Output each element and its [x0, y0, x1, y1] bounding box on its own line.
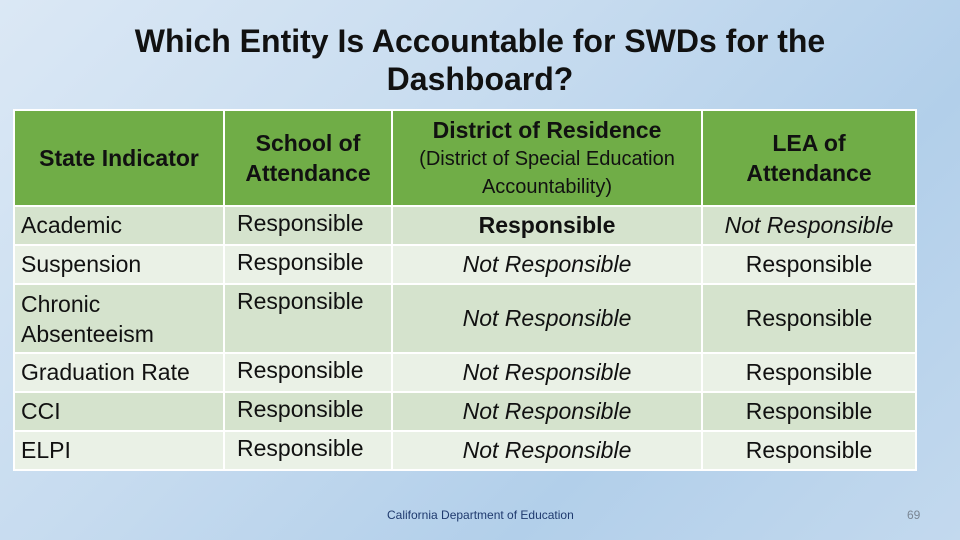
indicator-cell: ELPI — [13, 430, 225, 471]
slide-title: Which Entity Is Accountable for SWDs for… — [134, 23, 826, 97]
header-district-of-residence: District of Residence (District of Specia… — [391, 109, 703, 207]
lea-cell: Not Responsible — [701, 205, 917, 246]
lea-cell: Responsible — [701, 283, 917, 354]
header-state-indicator: State Indicator — [13, 109, 225, 207]
lea-cell: Responsible — [701, 391, 917, 432]
table-row: ELPI Responsible Not Responsible Respons… — [13, 430, 917, 471]
table-row: Chronic Absenteeism Responsible Not Resp… — [13, 283, 917, 354]
table-row: Academic Responsible Responsible Not Res… — [13, 205, 917, 246]
school-cell: Responsible — [223, 244, 393, 285]
page-number: 69 — [907, 508, 921, 522]
district-cell: Not Responsible — [391, 244, 703, 285]
header-lea-of-attendance: LEA of Attendance — [701, 109, 917, 207]
district-cell: Not Responsible — [391, 430, 703, 471]
lea-cell: Responsible — [701, 244, 917, 285]
lea-cell: Responsible — [701, 352, 917, 393]
accountability-table: State Indicator School of Attendance Dis… — [13, 109, 917, 471]
lea-cell: Responsible — [701, 430, 917, 471]
district-cell: Not Responsible — [391, 352, 703, 393]
indicator-cell: Chronic Absenteeism — [13, 283, 225, 354]
table-row: Graduation Rate Responsible Not Responsi… — [13, 352, 917, 393]
header-school-of-attendance: School of Attendance — [223, 109, 393, 207]
district-cell: Responsible — [391, 205, 703, 246]
table-row: Suspension Responsible Not Responsible R… — [13, 244, 917, 285]
indicator-cell: Graduation Rate — [13, 352, 225, 393]
indicator-cell: CCI — [13, 391, 225, 432]
district-cell: Not Responsible — [391, 391, 703, 432]
indicator-text: Chronic Absenteeism — [21, 290, 154, 347]
footer-text: California Department of Education — [387, 508, 574, 522]
school-cell: Responsible — [223, 391, 393, 432]
school-cell: Responsible — [223, 352, 393, 393]
school-cell: Responsible — [223, 283, 393, 354]
table-header-row: State Indicator School of Attendance Dis… — [13, 109, 917, 207]
indicator-cell: Suspension — [13, 244, 225, 285]
indicator-cell: Academic — [13, 205, 225, 246]
district-cell: Not Responsible — [391, 283, 703, 354]
table-row: CCI Responsible Not Responsible Responsi… — [13, 391, 917, 432]
school-cell: Responsible — [223, 430, 393, 471]
school-cell: Responsible — [223, 205, 393, 246]
